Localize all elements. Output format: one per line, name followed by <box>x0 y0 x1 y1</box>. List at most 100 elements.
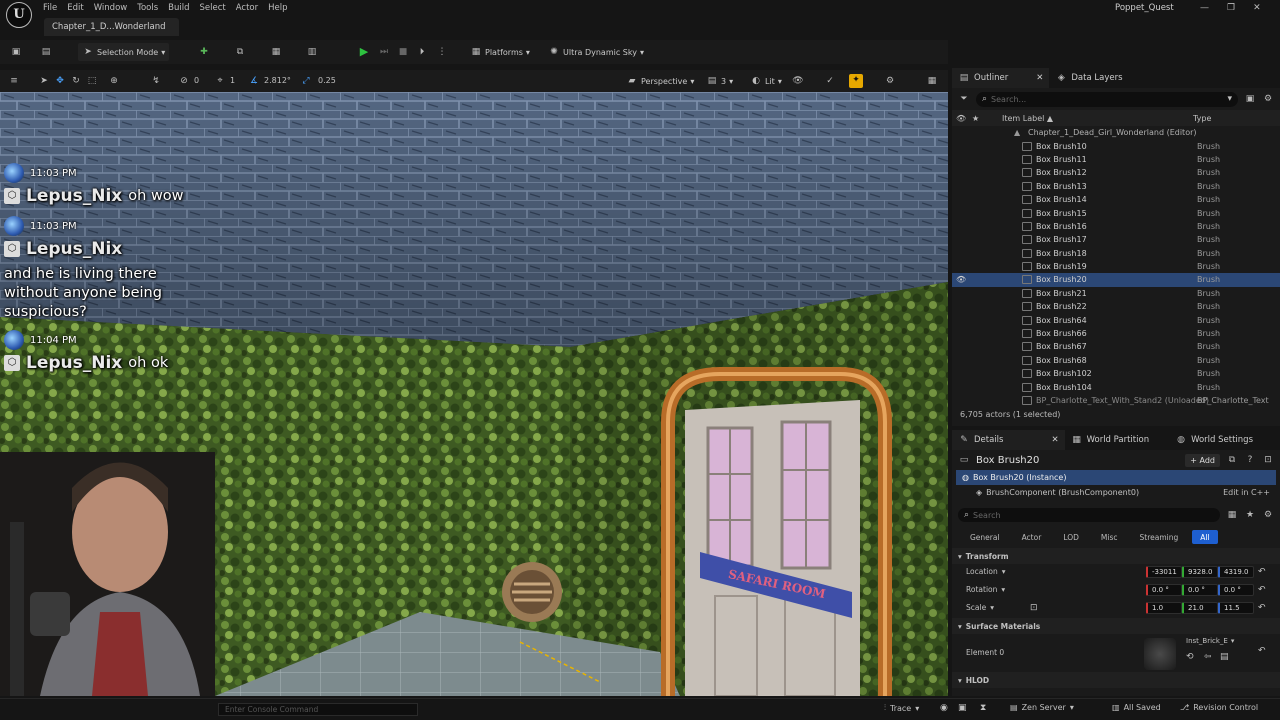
close-icon[interactable]: ✕ <box>1253 3 1261 13</box>
outliner-root[interactable]: ▲ Chapter_1_Dead_Girl_Wonderland (Editor… <box>952 126 1280 139</box>
angle-snap-value[interactable]: 2.812° <box>264 76 291 85</box>
scale-tool-icon[interactable]: ⬚ <box>86 75 98 87</box>
show-icon[interactable]: 👁 <box>792 75 804 87</box>
star-icon[interactable]: ★ <box>1244 509 1256 521</box>
settings-icon[interactable]: ⚙ <box>1262 509 1274 521</box>
col-item-label[interactable]: Item Label ▲ <box>1002 114 1053 123</box>
location-x-field[interactable]: -33011 <box>1146 566 1182 578</box>
scale-z-field[interactable]: 11.5 <box>1218 602 1254 614</box>
reset-icon[interactable]: ↶ <box>1258 646 1266 656</box>
scale-y-field[interactable]: 21.0 <box>1182 602 1218 614</box>
material-thumbnail[interactable] <box>1144 638 1176 670</box>
console-input[interactable]: Enter Console Command <box>218 703 418 716</box>
folder-icon[interactable]: ▤ <box>1220 652 1229 662</box>
outliner-row[interactable]: Box Brush104 Brush <box>952 380 1280 393</box>
sky-button[interactable]: ✺ Ultra Dynamic Sky ▾ <box>544 43 648 61</box>
selection-mode-button[interactable]: ➤ Selection Mode ▾ <box>78 43 170 61</box>
select-tool-icon[interactable]: ➤ <box>38 75 50 87</box>
game-view-icon[interactable]: ✦ <box>849 74 863 88</box>
filter-actor[interactable]: Actor <box>1014 530 1050 544</box>
build-icon[interactable]: ▥ <box>306 46 318 58</box>
content-icon[interactable]: ▤ <box>40 46 52 58</box>
material-dropdown[interactable]: Inst_Brick_E ▾ <box>1186 637 1234 645</box>
outliner-search-input[interactable]: Search... <box>991 95 1026 104</box>
rotate-tool-icon[interactable]: ↻ <box>70 75 82 87</box>
outliner-row[interactable]: Box Brush21 Brush <box>952 287 1280 300</box>
scale-snap-value[interactable]: 0.25 <box>318 76 336 85</box>
menu-file[interactable]: File <box>38 0 62 16</box>
outliner-row[interactable]: Box Brush17 Brush <box>952 233 1280 246</box>
record-icon[interactable]: ◉ <box>940 703 948 713</box>
trace-button[interactable]: ⫶ Trace ▾ <box>884 703 919 713</box>
location-y-field[interactable]: 9328.0 <box>1182 566 1218 578</box>
outliner-row[interactable]: Box Brush12 Brush <box>952 166 1280 179</box>
cinematics-icon[interactable]: ▦ <box>270 46 282 58</box>
menu-window[interactable]: Window <box>89 0 133 16</box>
unreal-insights-icon[interactable]: ⧗ <box>980 703 986 713</box>
settings-icon[interactable]: ⚙ <box>884 75 896 87</box>
angle-snap-icon[interactable]: ∡ <box>248 75 260 87</box>
save-status-button[interactable]: ▥ All Saved <box>1112 703 1161 712</box>
step-icon[interactable]: ⏭ <box>378 46 390 58</box>
unreal-logo[interactable]: U <box>6 2 32 28</box>
add-component-button[interactable]: + Add <box>1185 453 1220 467</box>
close-tab-icon[interactable]: ✕ <box>1051 435 1058 445</box>
filter-streaming[interactable]: Streaming <box>1132 530 1187 544</box>
level-viewport[interactable]: SAFARI ROOM 11:03 PM ⬡ Lepus_Nix oh wow … <box>0 92 948 696</box>
rotation-snap-value[interactable]: 1 <box>230 76 235 85</box>
outliner-row[interactable]: Box Brush22 Brush <box>952 300 1280 313</box>
instance-row[interactable]: ◍ Box Brush20 (Instance) <box>956 470 1276 485</box>
outliner-row[interactable]: Box Brush13 Brush <box>952 180 1280 193</box>
rotation-x-field[interactable]: 0.0 ° <box>1146 584 1182 596</box>
menu-help[interactable]: Help <box>263 0 292 16</box>
use-selected-icon[interactable]: ⇦ <box>1204 652 1212 662</box>
outliner-row[interactable]: Box Brush10 Brush <box>952 139 1280 152</box>
tab-outliner[interactable]: ▤ Outliner ✕ <box>952 68 1050 88</box>
launch-icon[interactable]: ⏵ <box>416 46 428 58</box>
close-tab-icon[interactable]: ✕ <box>1036 73 1043 83</box>
scale-dropdown[interactable]: Scale ▾ <box>966 603 994 612</box>
menu-build[interactable]: Build <box>163 0 194 16</box>
camera-speed-button[interactable]: ▤ 3 ▾ <box>702 72 737 90</box>
surface-snap-icon[interactable]: ↯ <box>150 75 162 87</box>
reset-icon[interactable]: ↶ <box>1258 567 1266 577</box>
stop-icon[interactable]: ■ <box>397 46 409 58</box>
hlod-section[interactable]: ▾ HLOD <box>952 672 1280 688</box>
play-icon[interactable]: ▶ <box>358 46 370 58</box>
lock-icon[interactable]: ⊡ <box>1030 603 1038 613</box>
filter-lod[interactable]: LOD <box>1055 530 1087 544</box>
menu-select[interactable]: Select <box>195 0 231 16</box>
visibility-icon[interactable]: 👁 <box>956 275 966 284</box>
rotation-snap-icon[interactable]: ⌖ <box>214 75 226 87</box>
location-z-field[interactable]: 4319.0 <box>1218 566 1254 578</box>
platforms-button[interactable]: ▦ Platforms ▾ <box>466 43 534 61</box>
location-dropdown[interactable]: Location ▾ <box>966 567 1006 576</box>
surface-materials-section[interactable]: ▾ Surface Materials <box>952 618 1280 634</box>
outliner-row[interactable]: Box Brush19 Brush <box>952 260 1280 273</box>
rotation-y-field[interactable]: 0.0 ° <box>1182 584 1218 596</box>
filter-all[interactable]: All <box>1192 530 1218 544</box>
maximize-icon[interactable]: ❐ <box>1227 3 1235 13</box>
perspective-button[interactable]: ▰ Perspective ▾ <box>622 72 698 90</box>
outliner-row[interactable]: Box Brush68 Brush <box>952 354 1280 367</box>
grid-snap-value[interactable]: 0 <box>194 76 199 85</box>
outliner-row[interactable]: Box Brush102 Brush <box>952 367 1280 380</box>
menu-actor[interactable]: Actor <box>231 0 263 16</box>
component-row[interactable]: ◈ BrushComponent (BrushComponent0) Edit … <box>952 485 1280 500</box>
lock-icon[interactable]: ⊡ <box>1262 454 1274 466</box>
outliner-row[interactable]: Box Brush64 Brush <box>952 313 1280 326</box>
outliner-row[interactable]: Box Brush14 Brush <box>952 193 1280 206</box>
filter-general[interactable]: General <box>962 530 1008 544</box>
viewport-menu-icon[interactable]: ≡ <box>8 75 20 87</box>
grid-snap-icon[interactable]: ⊘ <box>178 75 190 87</box>
outliner-row[interactable]: 👁 Box Brush20 Brush <box>952 273 1280 287</box>
outliner-row[interactable]: Box Brush18 Brush <box>952 247 1280 260</box>
outliner-row[interactable]: Box Brush11 Brush <box>952 153 1280 166</box>
details-search-input[interactable]: Search <box>973 511 1000 520</box>
tab-world-partition[interactable]: ▦ World Partition <box>1064 430 1156 450</box>
table-view-icon[interactable]: ▦ <box>1226 509 1238 521</box>
outliner-row[interactable]: Box Brush16 Brush <box>952 220 1280 233</box>
save-icon[interactable]: ▣ <box>10 46 22 58</box>
tab-details[interactable]: ✎ Details ✕ <box>952 430 1065 450</box>
col-type[interactable]: Type <box>1193 114 1211 123</box>
